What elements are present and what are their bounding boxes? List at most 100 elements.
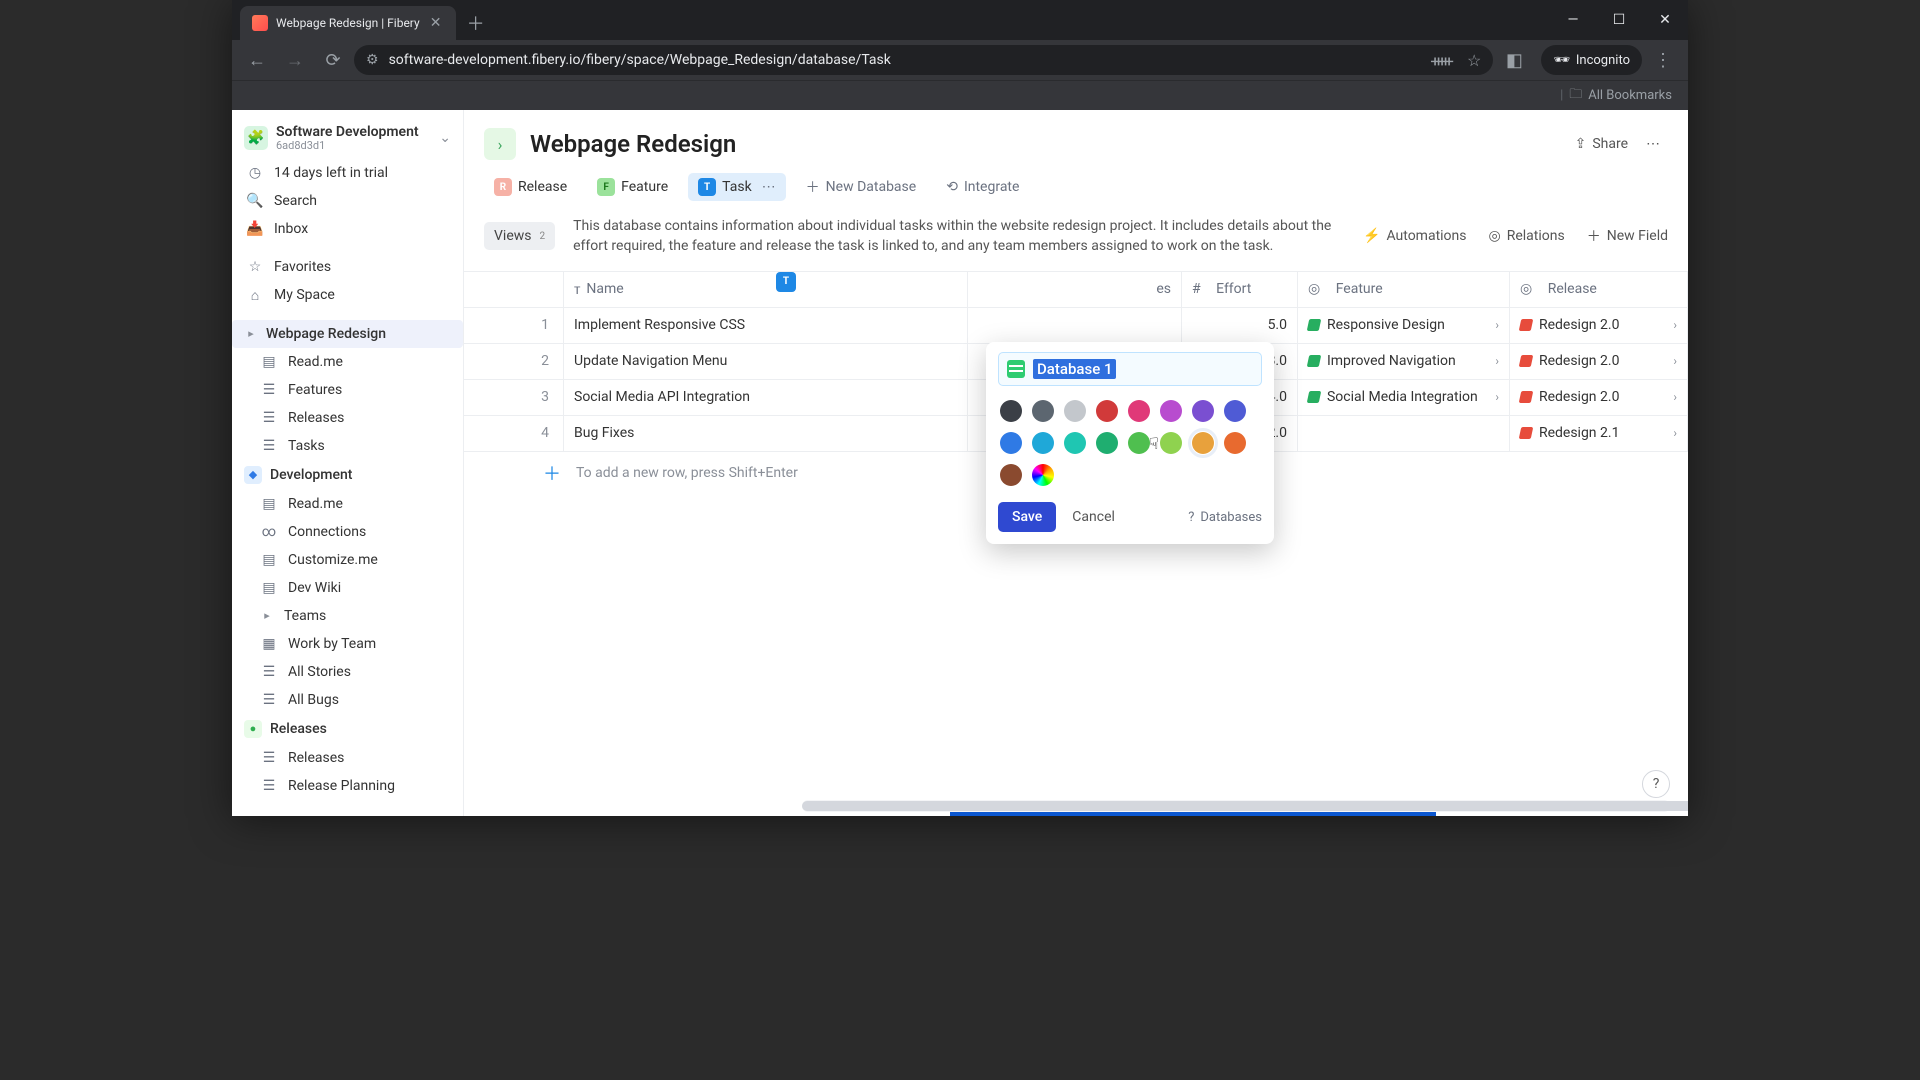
- trial-banner[interactable]: ◷14 days left in trial: [232, 159, 463, 187]
- table-row[interactable]: 1 Implement Responsive CSS 5.0 Responsiv…: [464, 308, 1688, 344]
- automations-button[interactable]: ⚡Automations: [1363, 226, 1466, 246]
- sidebar-item-releases[interactable]: ☰Releases: [232, 404, 463, 432]
- cell-feature[interactable]: Improved Navigation›: [1298, 344, 1510, 379]
- color-swatch[interactable]: [1064, 400, 1086, 422]
- cell-release[interactable]: Redesign 2.0›: [1510, 308, 1688, 343]
- window-minimize-icon[interactable]: ―: [1550, 0, 1596, 40]
- share-button[interactable]: ⇪Share: [1575, 136, 1628, 152]
- color-swatch[interactable]: [1064, 432, 1086, 454]
- tab-close-icon[interactable]: ✕: [428, 15, 444, 31]
- tab-release[interactable]: RRelease: [484, 173, 577, 201]
- nav-back-icon[interactable]: ←: [240, 43, 274, 77]
- window-close-icon[interactable]: ✕: [1642, 0, 1688, 40]
- sidebar-search[interactable]: 🔍Search: [232, 187, 463, 215]
- chevron-right-icon[interactable]: ▸: [260, 609, 274, 622]
- cell-release[interactable]: Redesign 2.0›: [1510, 380, 1688, 415]
- col-effort[interactable]: # Effort: [1182, 272, 1298, 307]
- sidebar-item-release-planning[interactable]: ☰Release Planning: [232, 772, 463, 800]
- databases-help-link[interactable]: ?Databases: [1188, 510, 1262, 525]
- more-menu-icon[interactable]: ⋯: [1646, 136, 1660, 152]
- cell-release[interactable]: Redesign 2.0›: [1510, 344, 1688, 379]
- nav-forward-icon[interactable]: →: [278, 43, 312, 77]
- workspace-switcher[interactable]: 🧩 Software Development 6ad8d3d1 ⌄: [232, 118, 463, 159]
- sidepanel-icon[interactable]: ◧: [1497, 43, 1531, 77]
- cell-assignees[interactable]: [968, 308, 1182, 343]
- sidebar-item-allbugs[interactable]: ☰All Bugs: [232, 686, 463, 714]
- nav-reload-icon[interactable]: ⟳: [316, 43, 350, 77]
- tab-feature[interactable]: FFeature: [587, 173, 678, 201]
- cell-release[interactable]: Redesign 2.1›: [1510, 416, 1688, 451]
- cell-name[interactable]: Implement Responsive CSS: [564, 308, 968, 343]
- address-bar[interactable]: ⚙ software-development.fibery.io/fibery/…: [354, 45, 1493, 75]
- save-button[interactable]: Save: [998, 502, 1056, 532]
- sidebar-space-webpage-redesign[interactable]: ▸ Webpage Redesign: [232, 320, 463, 348]
- cell-feature[interactable]: Social Media Integration›: [1298, 380, 1510, 415]
- all-bookmarks-link[interactable]: All Bookmarks: [1588, 88, 1672, 103]
- sidebar-item-teams[interactable]: ▸Teams: [232, 602, 463, 630]
- cell-feature[interactable]: Responsive Design›: [1298, 308, 1510, 343]
- sidebar-item-workbyteam[interactable]: ▦Work by Team: [232, 630, 463, 658]
- color-swatch[interactable]: [1000, 464, 1022, 486]
- cancel-button[interactable]: Cancel: [1066, 502, 1121, 532]
- cell-effort[interactable]: 5.0: [1182, 308, 1298, 343]
- col-feature[interactable]: ◎ Feature: [1298, 272, 1510, 307]
- sidebar-space-releases[interactable]: ● Releases: [232, 714, 463, 744]
- col-release[interactable]: ◎ Release: [1510, 272, 1688, 307]
- bookmarks-folder-icon[interactable]: 🗀: [1569, 85, 1582, 107]
- help-fab[interactable]: ?: [1642, 770, 1670, 798]
- sidebar-myspace[interactable]: ⌂My Space: [232, 281, 463, 310]
- database-description[interactable]: This database contains information about…: [573, 216, 1345, 257]
- sidebar-space-development[interactable]: ◆ Development: [232, 460, 463, 490]
- sidebar-inbox[interactable]: 📥Inbox: [232, 215, 463, 243]
- color-swatch[interactable]: [1160, 432, 1182, 454]
- color-swatch[interactable]: [1224, 400, 1246, 422]
- col-assignees[interactable]: es: [968, 272, 1182, 307]
- color-swatch[interactable]: [1032, 400, 1054, 422]
- bookmark-star-icon[interactable]: ☆: [1467, 51, 1481, 70]
- relations-button[interactable]: ◎Relations: [1489, 226, 1565, 246]
- color-swatch[interactable]: [1160, 400, 1182, 422]
- chevron-right-icon[interactable]: ▸: [244, 327, 258, 340]
- site-settings-icon[interactable]: ⚙: [366, 52, 379, 68]
- color-swatch[interactable]: [1032, 432, 1054, 454]
- color-swatch[interactable]: [1000, 400, 1022, 422]
- sidebar-item-releases2[interactable]: ☰Releases: [232, 744, 463, 772]
- database-name-input[interactable]: Database 1: [998, 352, 1262, 386]
- sidebar-item-readme[interactable]: ▤Read.me: [232, 348, 463, 376]
- cell-name[interactable]: Bug Fixes: [564, 416, 968, 451]
- color-swatch[interactable]: [1192, 432, 1214, 454]
- new-database-button[interactable]: ＋New Database: [796, 172, 927, 202]
- custom-color-swatch[interactable]: [1032, 464, 1054, 486]
- cell-feature[interactable]: [1298, 416, 1510, 451]
- cell-name[interactable]: Social Media API Integration: [564, 380, 968, 415]
- color-swatch[interactable]: [1000, 432, 1022, 454]
- sidebar-item-devwiki[interactable]: ▤Dev Wiki: [232, 574, 463, 602]
- integrate-button[interactable]: ⟲Integrate: [936, 174, 1029, 200]
- browser-tab[interactable]: Webpage Redesign | Fibery ✕: [240, 6, 456, 40]
- horizontal-scrollbar[interactable]: [802, 800, 1670, 812]
- sidebar-favorites[interactable]: ☆Favorites: [232, 253, 463, 281]
- eye-off-icon[interactable]: ᚔ: [1431, 51, 1453, 70]
- col-name[interactable]: ᴛName: [564, 272, 968, 307]
- scrollbar-thumb[interactable]: [802, 801, 1688, 811]
- sidebar-item-customize[interactable]: ▤Customize.me: [232, 546, 463, 574]
- color-swatch[interactable]: [1224, 432, 1246, 454]
- tab-more-icon[interactable]: ⋯: [762, 179, 776, 195]
- collapse-sidebar-icon[interactable]: ›: [484, 128, 516, 160]
- color-swatch[interactable]: [1096, 400, 1118, 422]
- sidebar-item-allstories[interactable]: ☰All Stories: [232, 658, 463, 686]
- color-swatch[interactable]: [1128, 432, 1150, 454]
- new-tab-button[interactable]: ＋: [462, 9, 490, 37]
- views-button[interactable]: Views2: [484, 222, 555, 250]
- sidebar-item-features[interactable]: ☰Features: [232, 376, 463, 404]
- new-field-button[interactable]: ＋New Field: [1587, 226, 1668, 246]
- tab-task[interactable]: TTask⋯: [688, 173, 786, 201]
- kebab-menu-icon[interactable]: ⋮: [1646, 43, 1680, 77]
- color-swatch[interactable]: [1096, 432, 1118, 454]
- incognito-chip[interactable]: 🕶 Incognito: [1541, 45, 1642, 75]
- color-swatch[interactable]: [1192, 400, 1214, 422]
- sidebar-item-readme2[interactable]: ▤Read.me: [232, 490, 463, 518]
- sidebar-item-tasks[interactable]: ☰Tasks: [232, 432, 463, 460]
- cell-name[interactable]: Update Navigation Menu: [564, 344, 968, 379]
- color-swatch[interactable]: [1128, 400, 1150, 422]
